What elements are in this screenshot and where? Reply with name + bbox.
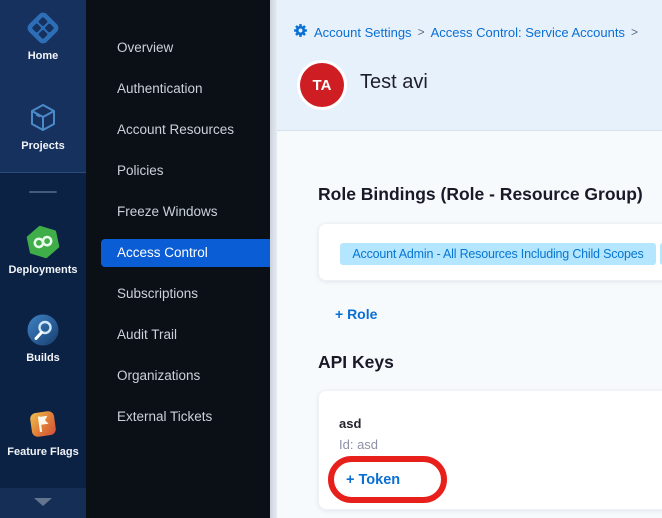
deployments-icon	[0, 222, 86, 262]
chevron-down-icon	[32, 494, 54, 512]
panel-edge	[270, 0, 277, 518]
api-keys-heading: API Keys	[318, 352, 394, 373]
home-icon	[0, 8, 86, 48]
breadcrumb-separator: >	[631, 25, 638, 39]
menu-item-freeze-windows[interactable]: Freeze Windows	[86, 198, 270, 226]
builds-icon	[0, 310, 86, 350]
gear-icon	[293, 23, 308, 41]
app-screen: Home Projects Deployments Builds F	[0, 0, 662, 518]
rail-item-label: Feature Flags	[0, 446, 86, 459]
rail-item-label: Home	[0, 50, 86, 63]
sidebar-item-deployments[interactable]: Deployments	[0, 222, 86, 277]
sidebar-item-home[interactable]: Home	[0, 8, 86, 63]
menu-item-organizations[interactable]: Organizations	[86, 362, 270, 390]
avatar-initials: TA	[313, 77, 332, 94]
role-bindings-card: Account Admin - All Resources Including …	[318, 223, 662, 281]
rail-item-label: Builds	[0, 352, 86, 365]
menu-item-account-resources[interactable]: Account Resources	[86, 116, 270, 144]
menu-item-authentication[interactable]: Authentication	[86, 75, 270, 103]
role-bindings-heading: Role Bindings (Role - Resource Group)	[318, 184, 643, 205]
page-header: Account Settings > Access Control: Servi…	[277, 0, 662, 131]
role-binding-chip[interactable]: Account Admin - All Resources Including …	[340, 243, 656, 265]
menu-item-external-tickets[interactable]: External Tickets	[86, 403, 270, 431]
rail-collapse-footer[interactable]	[0, 488, 86, 518]
breadcrumb-separator: >	[418, 25, 425, 39]
api-key-card: asd Id: asd + Token	[318, 390, 662, 510]
add-token-button[interactable]: + Token	[346, 472, 400, 488]
settings-menu: Overview Authentication Account Resource…	[86, 0, 270, 518]
rail-item-label: Projects	[0, 140, 86, 153]
api-key-id: Id: asd	[339, 437, 378, 452]
rail-item-label: Deployments	[0, 264, 86, 277]
menu-item-overview[interactable]: Overview	[86, 34, 270, 62]
breadcrumb: Account Settings > Access Control: Servi…	[293, 23, 638, 41]
add-role-button[interactable]: + Role	[335, 306, 377, 322]
sidebar-item-projects[interactable]: Projects	[0, 98, 86, 153]
module-nav-rail: Home Projects Deployments Builds F	[0, 0, 86, 518]
breadcrumb-account-settings[interactable]: Account Settings	[314, 25, 412, 40]
menu-item-subscriptions[interactable]: Subscriptions	[86, 280, 270, 308]
feature-flags-icon	[0, 404, 86, 444]
projects-icon	[0, 98, 86, 138]
content-area: Account Settings > Access Control: Servi…	[270, 0, 662, 518]
page-title: Test avi	[360, 71, 428, 94]
menu-item-audit-trail[interactable]: Audit Trail	[86, 321, 270, 349]
avatar: TA	[300, 63, 344, 107]
menu-item-policies[interactable]: Policies	[86, 157, 270, 185]
api-key-name: asd	[339, 416, 361, 431]
sidebar-item-feature-flags[interactable]: Feature Flags	[0, 404, 86, 459]
rail-section-divider	[29, 191, 57, 193]
breadcrumb-access-control-service-accounts[interactable]: Access Control: Service Accounts	[431, 25, 625, 40]
menu-item-access-control[interactable]: Access Control	[101, 239, 270, 267]
sidebar-item-builds[interactable]: Builds	[0, 310, 86, 365]
